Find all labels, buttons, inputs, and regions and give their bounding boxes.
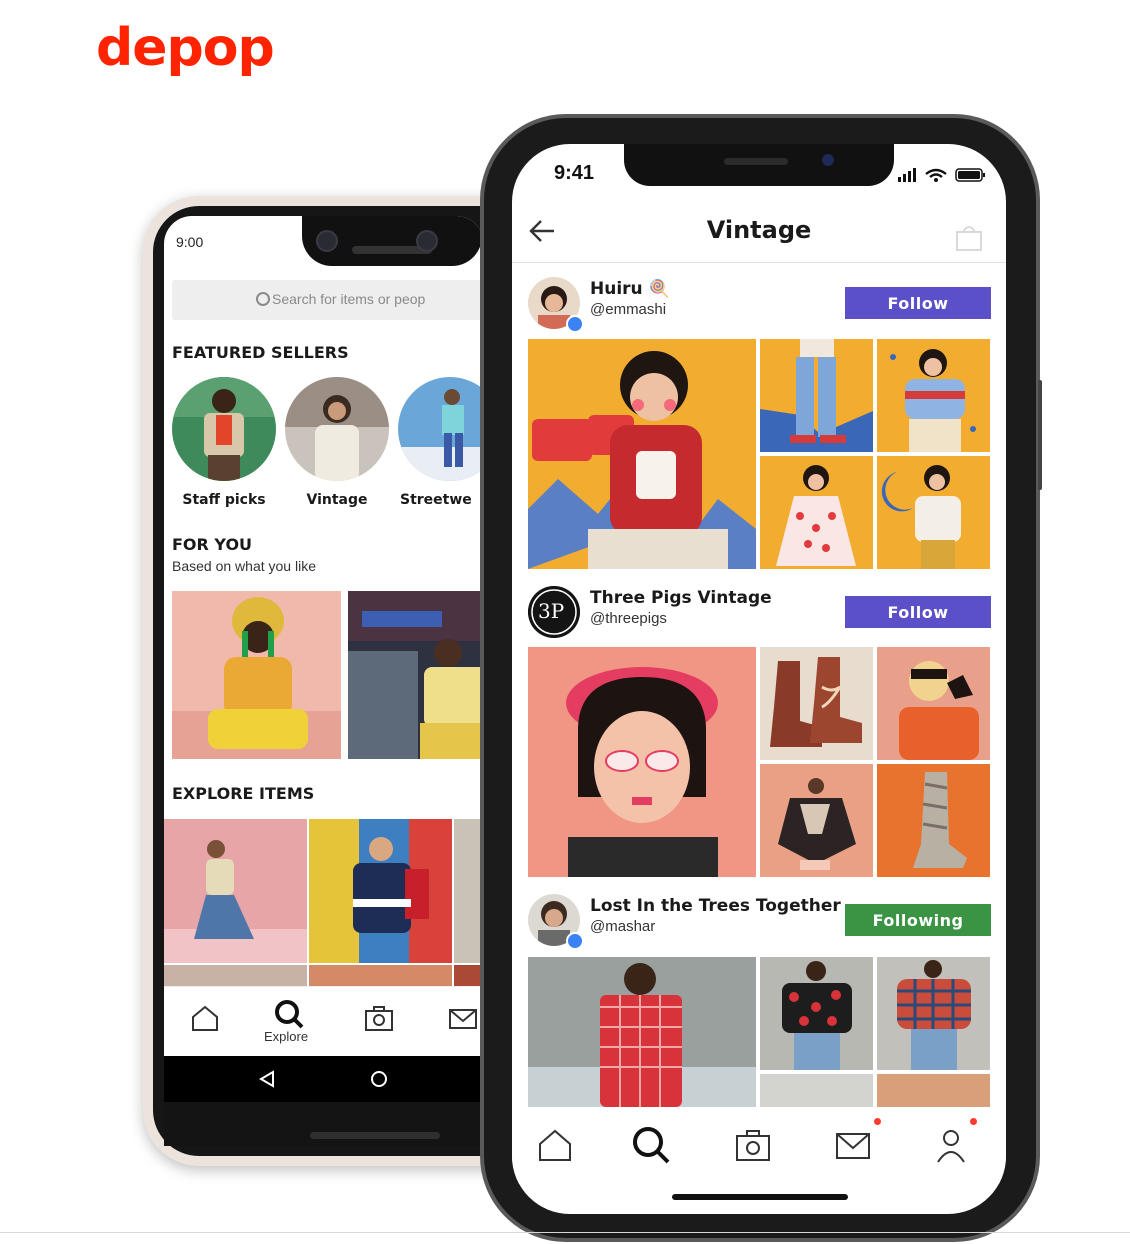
side-button (1038, 380, 1042, 490)
seller-image-grid (528, 647, 990, 877)
item-image[interactable] (528, 957, 756, 1107)
home-icon[interactable] (534, 1124, 576, 1166)
back-triangle-icon[interactable] (258, 1070, 276, 1088)
item-image[interactable] (528, 339, 756, 569)
featured-seller-streetwear[interactable] (398, 377, 484, 481)
notification-dot (874, 1118, 881, 1125)
speaker-grille (724, 158, 788, 165)
avatar[interactable]: 3P (528, 586, 580, 638)
verified-badge-icon (566, 315, 584, 333)
home-circle-icon[interactable] (370, 1070, 388, 1088)
front-camera-icon (316, 230, 338, 252)
item-image[interactable] (877, 764, 990, 877)
seller-name[interactable]: Huiru 🍭 (590, 279, 670, 299)
search-icon[interactable] (630, 1124, 672, 1166)
seller-post-header: Huiru 🍭 @emmashi Follow (512, 277, 1006, 337)
search-icon[interactable] (272, 997, 306, 1031)
front-camera-icon (416, 230, 438, 252)
featured-seller-staff-picks[interactable] (172, 377, 276, 481)
android-chin (164, 1102, 484, 1146)
camera-icon[interactable] (362, 1001, 396, 1035)
notification-dot (970, 1118, 977, 1125)
front-camera-icon (822, 154, 834, 166)
follow-button[interactable]: Follow (845, 596, 991, 628)
item-image[interactable] (877, 1074, 990, 1107)
search-input[interactable]: Search for items or peop (172, 280, 484, 320)
home-indicator (672, 1194, 848, 1200)
item-image[interactable] (760, 339, 873, 452)
seller-handle: @emmashi (590, 301, 667, 318)
android-notch (302, 216, 482, 266)
featured-seller-label: Staff picks (182, 492, 266, 508)
item-image[interactable] (760, 957, 873, 1070)
following-button[interactable]: Following (845, 904, 991, 936)
seller-name[interactable]: Three Pigs Vintage (590, 588, 772, 608)
featured-seller-label: Vintage (306, 492, 368, 508)
iphone-screen: 9:41 Vintage Huiru � (512, 144, 1006, 1214)
item-image[interactable] (760, 647, 873, 760)
android-status-time: 9:00 (176, 234, 204, 250)
item-image[interactable] (877, 957, 990, 1070)
seller-post-header: Lost In the Trees Together @mashar Follo… (512, 894, 1006, 954)
mail-icon[interactable] (446, 1001, 480, 1035)
nav-explore-label: Explore (264, 1029, 309, 1044)
featured-seller-label: Streetwe (400, 492, 472, 508)
android-system-nav (164, 1056, 484, 1102)
home-icon[interactable] (188, 1001, 222, 1035)
bottom-speaker (310, 1132, 440, 1139)
android-bottom-nav: Explore (164, 986, 484, 1052)
follow-button[interactable]: Follow (845, 287, 991, 319)
svg-text:3P: 3P (538, 599, 564, 623)
seller-handle: @threepigs (590, 610, 667, 627)
mail-icon[interactable] (832, 1124, 874, 1166)
seller-name[interactable]: Lost In the Trees Together (590, 896, 841, 916)
for-you-item-image[interactable] (172, 591, 341, 759)
status-icons (898, 166, 988, 184)
for-you-subtitle: Based on what you like (172, 558, 316, 574)
depop-logo: depop (96, 18, 275, 78)
iphone-status-time: 9:41 (554, 162, 595, 184)
bag-icon[interactable] (954, 222, 984, 252)
explore-item-image[interactable] (164, 819, 307, 963)
seller-image-grid (528, 957, 990, 1107)
featured-seller-vintage[interactable] (285, 377, 389, 481)
item-image[interactable] (760, 1074, 873, 1107)
for-you-item-image[interactable] (348, 591, 484, 759)
seller-handle: @mashar (590, 918, 656, 935)
item-image[interactable] (877, 456, 990, 569)
iphone-notch (624, 144, 894, 186)
explore-items-heading: EXPLORE ITEMS (172, 784, 315, 803)
search-placeholder: Search for items or peop (272, 291, 426, 307)
item-image[interactable] (760, 456, 873, 569)
item-image[interactable] (877, 339, 990, 452)
iphone-bottom-nav (512, 1114, 1006, 1184)
profile-icon[interactable] (930, 1124, 972, 1166)
verified-badge-icon (566, 932, 584, 950)
divider (0, 1232, 1130, 1233)
explore-item-image[interactable] (309, 819, 452, 963)
item-image[interactable] (877, 647, 990, 760)
search-icon (256, 292, 270, 306)
seller-image-grid (528, 339, 990, 569)
seller-post-header: 3P Three Pigs Vintage @threepigs Follow (512, 586, 1006, 646)
item-image[interactable] (760, 764, 873, 877)
item-image[interactable] (528, 647, 756, 877)
for-you-heading: FOR YOU (172, 535, 253, 554)
page-title: Vintage (706, 216, 812, 244)
android-screen: 9:00 Search for items or peop FEATURED S… (164, 216, 484, 1056)
featured-sellers-heading: FEATURED SELLERS (172, 343, 349, 362)
page-header: Vintage (512, 204, 1006, 263)
camera-icon[interactable] (732, 1124, 774, 1166)
